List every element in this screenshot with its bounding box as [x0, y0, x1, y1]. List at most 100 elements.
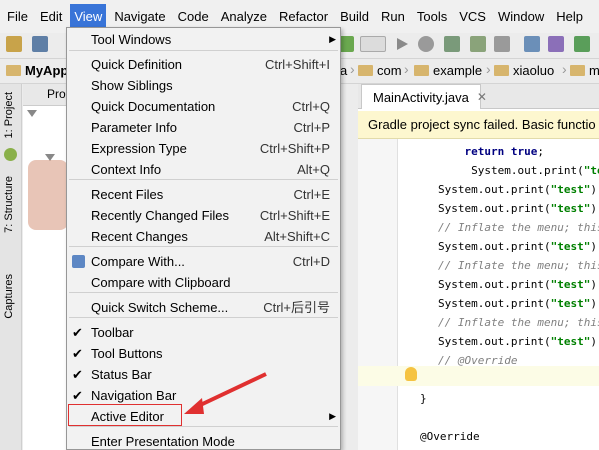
menu-item-tool-buttons[interactable]: ✔ Tool Buttons [67, 343, 340, 364]
coverage-icon[interactable] [470, 36, 486, 52]
menu-item-recently-changed-files[interactable]: Recently Changed Files Ctrl+Shift+E [67, 205, 340, 226]
annotation-arrow [184, 372, 267, 414]
menu-analyze[interactable]: Analyze [217, 4, 271, 29]
menu-item-enter-presentation-mode[interactable]: Enter Presentation Mode [67, 431, 340, 450]
menu-item-label: Tool Buttons [91, 346, 163, 361]
menu-item-tool-windows[interactable]: Tool Windows ▶ [67, 29, 340, 50]
menu-window[interactable]: Window [494, 4, 548, 29]
menu-item-context-info[interactable]: Context Info Alt+Q [67, 159, 340, 180]
menu-item-shortcut: Alt+Q [297, 162, 330, 177]
breadcrumb-project[interactable]: MyApp [6, 63, 68, 78]
code-line: // Inflate the menu; this a [438, 221, 599, 234]
menu-edit[interactable]: Edit [36, 4, 66, 29]
left-tool-strip: 1: Project 7: Structure Captures [0, 84, 22, 450]
folder-icon [494, 65, 509, 76]
menu-item-expression-type[interactable]: Expression Type Ctrl+Shift+P [67, 138, 340, 159]
menu-file[interactable]: File [3, 4, 32, 29]
run-icon[interactable] [394, 36, 410, 52]
breadcrumb-item[interactable]: m [570, 63, 599, 78]
breadcrumb-separator: › [404, 61, 409, 77]
menu-item-recent-files[interactable]: Recent Files Ctrl+E [67, 184, 340, 205]
menu-code[interactable]: Code [174, 4, 213, 29]
menu-item-shortcut: Ctrl+Shift+I [264, 57, 330, 72]
menu-item-toolbar[interactable]: ✔ Toolbar [67, 322, 340, 343]
stop-icon[interactable] [494, 36, 510, 52]
checkmark-icon: ✔ [72, 325, 83, 340]
menu-build[interactable]: Build [336, 4, 373, 29]
menu-navigate[interactable]: Navigate [110, 4, 169, 29]
code-area[interactable]: return true; System.out.print("test"); Sy… [398, 139, 599, 450]
attach-debugger-icon[interactable] [444, 36, 460, 52]
tab-main-activity[interactable]: MainActivity.java ✕ [361, 84, 487, 109]
menu-vcs[interactable]: VCS [455, 4, 490, 29]
menu-item-label: Recent Files [91, 187, 164, 202]
submenu-arrow-icon: ▶ [329, 411, 336, 421]
watermark-image [28, 160, 68, 230]
lightbulb-icon[interactable] [405, 367, 417, 381]
code-line: @Override [420, 430, 480, 443]
menu-item-recent-changes[interactable]: Recent Changes Alt+Shift+C [67, 226, 340, 247]
menu-item-label: Context Info [91, 162, 162, 177]
menu-run[interactable]: Run [377, 4, 409, 29]
menu-item-label: Quick Switch Scheme... [91, 300, 229, 315]
submenu-arrow-icon: ▶ [329, 34, 336, 44]
annotation-highlight-box [68, 404, 182, 426]
menu-item-label: Compare with Clipboard [91, 275, 231, 290]
breadcrumb-item[interactable]: xiaoluo [494, 63, 554, 78]
menu-item-compare-with[interactable]: Compare With... Ctrl+D [67, 251, 340, 272]
menu-item-label: Parameter Info [91, 120, 177, 135]
code-line: System.out.print("test"); [438, 297, 599, 310]
open-folder-icon[interactable] [6, 36, 22, 52]
code-line: System.out.print("test"); [438, 202, 599, 215]
menu-refactor[interactable]: Refactor [275, 4, 332, 29]
menu-view[interactable]: View [70, 4, 107, 29]
menu-item-shortcut: Ctrl+后引号 [263, 300, 330, 315]
project-structure-icon[interactable] [548, 36, 564, 52]
save-icon[interactable] [32, 36, 48, 52]
menu-item-label: Expression Type [91, 141, 187, 156]
tab-captures[interactable]: Captures [3, 274, 15, 319]
menu-item-label: Navigation Bar [91, 388, 177, 403]
code-line: } [420, 392, 427, 405]
debug-icon[interactable] [418, 36, 434, 52]
settings-icon[interactable] [524, 36, 540, 52]
folder-icon [570, 65, 585, 76]
menu-item-label: Quick Documentation [91, 99, 216, 114]
menu-item-shortcut: Ctrl+D [292, 254, 330, 269]
folder-icon [358, 65, 373, 76]
menu-tools[interactable]: Tools [413, 4, 451, 29]
tab-structure[interactable]: 7: Structure [3, 176, 15, 233]
breadcrumb-item[interactable]: a [340, 63, 347, 78]
menu-item-label: Tool Windows [91, 32, 172, 47]
menu-item-quick-definition[interactable]: Quick Definition Ctrl+Shift+I [67, 54, 340, 75]
code-line: System.out.print("test"); [438, 183, 599, 196]
expand-arrow-icon[interactable] [27, 110, 37, 117]
menu-help[interactable]: Help [552, 4, 587, 29]
run-config-dropdown[interactable] [360, 36, 386, 52]
menu-item-label: Quick Definition [91, 57, 183, 72]
breadcrumb-item[interactable]: com [358, 63, 402, 78]
menu-item-shortcut: Ctrl+Shift+E [259, 208, 330, 223]
close-icon[interactable]: ✕ [477, 90, 487, 104]
code-line: System.out.print("test"); [438, 240, 599, 253]
menu-item-quick-switch-scheme[interactable]: Quick Switch Scheme... Ctrl+后引号 [67, 297, 340, 318]
code-line: System.out.print("test"); [438, 335, 599, 348]
menu-separator [69, 50, 338, 51]
menu-item-label: Recently Changed Files [91, 208, 230, 223]
code-line: System.out.print("test"); [438, 164, 599, 177]
breadcrumb-item[interactable]: example [414, 63, 482, 78]
menu-item-quick-documentation[interactable]: Quick Documentation Ctrl+Q [67, 96, 340, 117]
code-line: System.out.print("test"); [438, 278, 599, 291]
folder-icon [414, 65, 429, 76]
menu-item-show-siblings[interactable]: Show Siblings [67, 75, 340, 96]
menu-item-compare-with-clipboard[interactable]: Compare with Clipboard [67, 272, 340, 293]
sync-gradle-icon[interactable] [574, 36, 590, 52]
menu-item-parameter-info[interactable]: Parameter Info Ctrl+P [67, 117, 340, 138]
code-line: // Inflate the menu; this a [438, 316, 599, 329]
editor-tab-bar: MainActivity.java ✕ [358, 84, 599, 109]
checkmark-icon: ✔ [72, 346, 83, 361]
tab-project[interactable]: 1: Project [3, 92, 15, 138]
android-icon [4, 148, 17, 161]
project-panel-header[interactable]: Pro [23, 84, 67, 106]
menu-item-label: Toolbar [91, 325, 134, 340]
